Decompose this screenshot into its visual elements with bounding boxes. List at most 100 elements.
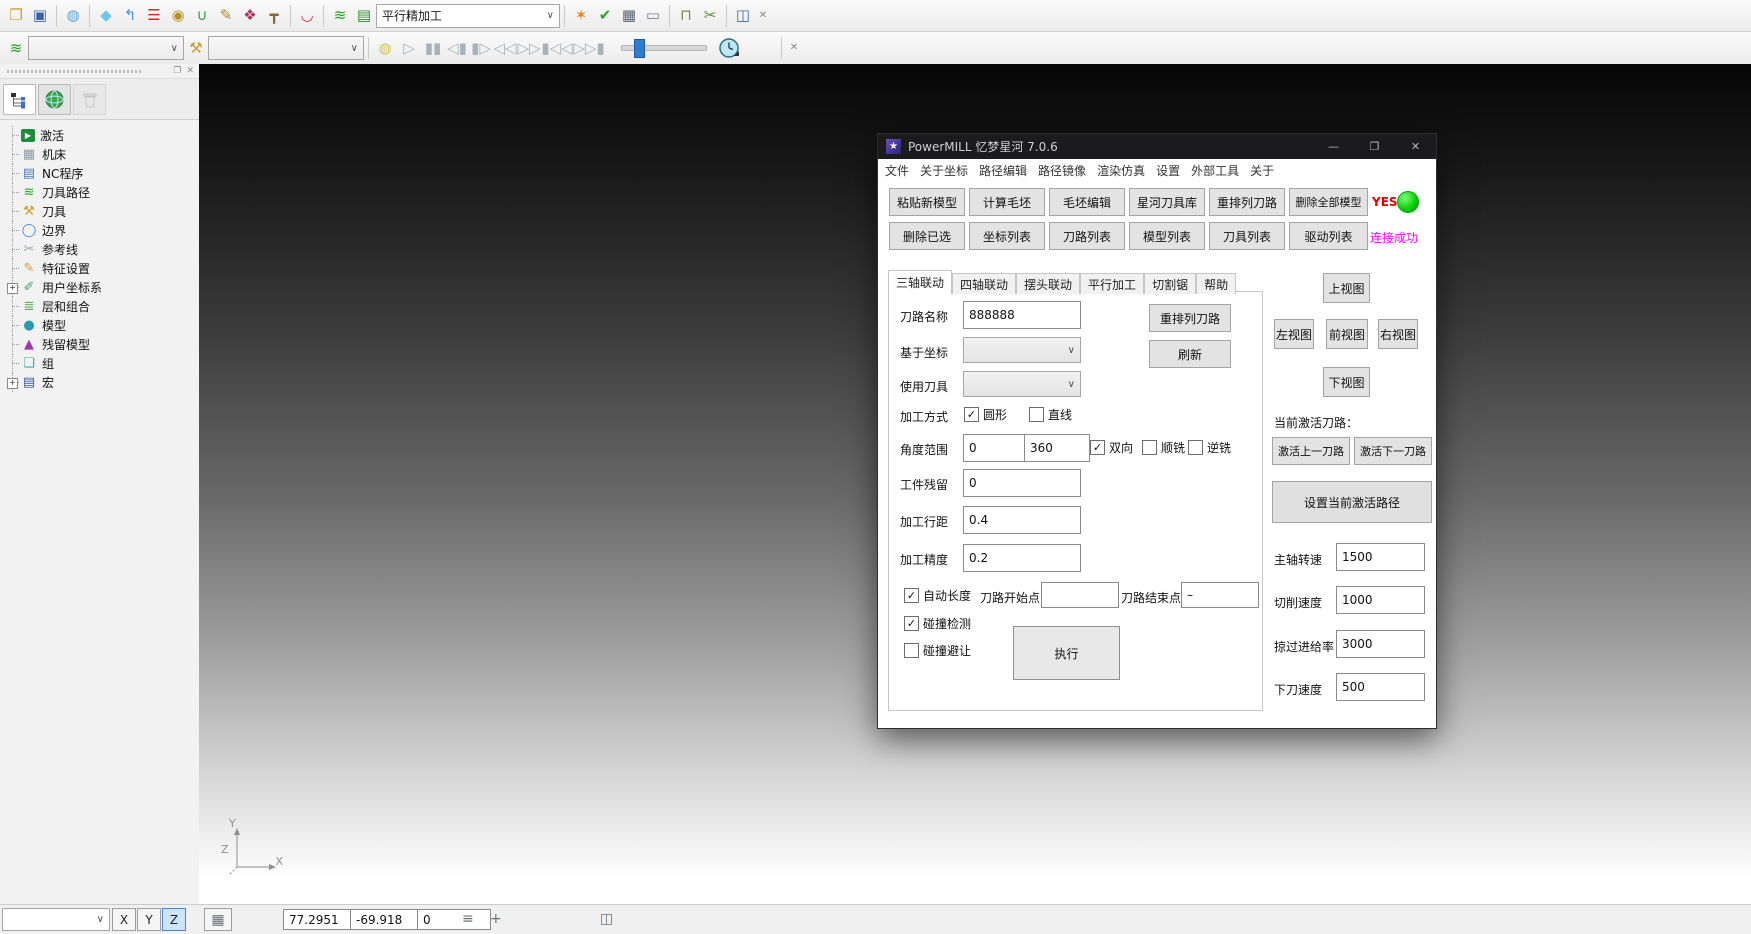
activate-next-toolpath-button[interactable]: 激活下一刀路 <box>1354 437 1432 465</box>
menu-settings[interactable]: 设置 <box>1156 162 1180 179</box>
toolpath-star-icon[interactable]: ✶ <box>569 4 593 28</box>
simulation-speed-slider[interactable] <box>621 45 707 51</box>
minimize-icon[interactable]: — <box>1313 134 1354 159</box>
compute-block-button[interactable]: 计算毛坯 <box>969 188 1045 216</box>
checkbox[interactable] <box>904 588 919 603</box>
tree-item-toolpaths[interactable]: ≋ 刀具路径 <box>5 183 199 202</box>
tool-library-button[interactable]: 星河刀具库 <box>1129 188 1205 216</box>
coordinate-list-button[interactable]: 坐标列表 <box>969 222 1045 250</box>
menu-file[interactable]: 文件 <box>885 162 909 179</box>
end-point-input[interactable]: – <box>1181 582 1259 608</box>
drag-grip[interactable] <box>7 70 142 73</box>
fast-forward-icon[interactable]: ▷▷ <box>517 36 541 60</box>
reorder-toolpaths-button[interactable]: 重排列刀路 <box>1209 188 1285 216</box>
cylinder-pair-icon[interactable]: ◫ <box>731 4 755 28</box>
toolpath-select-dropdown[interactable]: ∨ <box>28 36 184 60</box>
execute-button[interactable]: 执行 <box>1013 626 1120 680</box>
workplane-dropdown[interactable]: ∨ <box>2 908 110 931</box>
pattern-icon[interactable]: ❖ <box>238 4 262 28</box>
toolpath-list-button[interactable]: 刀路列表 <box>1049 222 1125 250</box>
split-panes-icon[interactable]: ◫ <box>600 911 613 927</box>
checkbox[interactable] <box>904 643 919 658</box>
tool-select-dropdown[interactable]: ∨ <box>208 36 364 60</box>
view-bottom-button[interactable]: 下视图 <box>1323 367 1370 397</box>
mode-circle-checkbox[interactable]: 圆形 <box>964 406 1007 423</box>
play-icon[interactable]: ▷ <box>397 36 421 60</box>
drive-list-button[interactable]: 驱动列表 <box>1289 222 1368 250</box>
tree-item-models[interactable]: ● 模型 <box>5 316 199 335</box>
axis-y-button[interactable]: Y <box>137 908 161 931</box>
coordinate-y-input[interactable]: -69.918 <box>350 909 424 930</box>
menu-about[interactable]: 关于 <box>1250 162 1274 179</box>
paste-model-button[interactable]: 粘贴新模型 <box>889 188 965 216</box>
menu-render-sim[interactable]: 渲染仿真 <box>1097 162 1145 179</box>
checkbox[interactable] <box>1142 440 1157 455</box>
checkbox[interactable] <box>1188 440 1203 455</box>
strategy-dropdown[interactable]: 平行精加工 ∨ <box>376 4 560 28</box>
rapid-height-icon[interactable]: ↰ <box>118 4 142 28</box>
open-project-icon[interactable]: ❐ <box>4 4 28 28</box>
block-edit-button[interactable]: 毛坯编辑 <box>1049 188 1125 216</box>
climb-mill-checkbox[interactable]: 顺铣 <box>1142 439 1185 456</box>
tab-tilt-head[interactable]: 摆头联动 <box>1016 273 1080 294</box>
holder-pair-icon[interactable]: ⊓ <box>674 4 698 28</box>
graphics-viewport[interactable]: Y X Z ★ PowerMILL 忆梦星河 7.0.6 — ❐ ✕ 文件 关于… <box>199 64 1751 905</box>
model-list-button[interactable]: 模型列表 <box>1129 222 1205 250</box>
toolpath-name-input[interactable]: 888888 <box>963 301 1081 329</box>
close-panel-icon[interactable]: ✕ <box>186 66 194 76</box>
list-icon[interactable]: ≡ <box>462 911 474 927</box>
verify-icon[interactable]: ✔ <box>593 4 617 28</box>
reorder-button[interactable]: 重排列刀路 <box>1149 304 1231 332</box>
clock-icon[interactable] <box>717 36 741 60</box>
stepover-input[interactable]: 0.4 <box>963 506 1081 534</box>
menu-path-edit[interactable]: 路径编辑 <box>979 162 1027 179</box>
tab-4axis[interactable]: 四轴联动 <box>952 273 1016 294</box>
drafting-icon[interactable]: ✎ <box>214 4 238 28</box>
tree-item-workplanes[interactable]: + ✐ 用户坐标系 <box>5 278 199 297</box>
grid-toggle-button[interactable]: ▦ <box>204 908 232 931</box>
menu-path-mirror[interactable]: 路径镜像 <box>1038 162 1086 179</box>
toolbar-close-icon[interactable]: ✕ <box>786 36 802 60</box>
step-back-icon[interactable]: ◁▮ <box>445 36 469 60</box>
tree-item-groups[interactable]: ❏ 组 <box>5 354 199 373</box>
coordinate-z-input[interactable]: 0 <box>417 909 491 930</box>
cutting-feed-input[interactable]: 1000 <box>1336 586 1425 614</box>
ball-tool-icon[interactable]: ◉ <box>166 4 190 28</box>
checkbox[interactable] <box>964 407 979 422</box>
checkbox[interactable] <box>1090 440 1105 455</box>
tree-item-nc-programs[interactable]: ▤ NC程序 <box>5 164 199 183</box>
measure-icon[interactable]: ▭ <box>641 4 665 28</box>
slider-handle[interactable] <box>634 39 645 58</box>
start-point-input[interactable] <box>1041 582 1119 608</box>
mode-line-checkbox[interactable]: 直线 <box>1029 406 1072 423</box>
ball-cutter-icon[interactable]: ◡ <box>295 4 319 28</box>
tab-saw[interactable]: 切割锯 <box>1144 273 1196 294</box>
calculator-icon[interactable]: ▦ <box>617 4 641 28</box>
tree-item-machine-tool[interactable]: ▦ 机床 <box>5 145 199 164</box>
tool-holder-icon[interactable]: ┳ <box>262 4 286 28</box>
block-icon[interactable]: ◆ <box>94 4 118 28</box>
collision-check-checkbox[interactable]: 碰撞检测 <box>904 615 971 632</box>
auto-length-checkbox[interactable]: 自动长度 <box>904 587 971 604</box>
plunge-feed-input[interactable]: 500 <box>1336 673 1425 701</box>
angle-to-input[interactable]: 360 <box>1024 434 1090 462</box>
delete-all-models-button[interactable]: 删除全部模型 <box>1289 188 1368 216</box>
strategy-list-icon[interactable]: ▤ <box>352 4 376 28</box>
tool-list-button[interactable]: 刀具列表 <box>1209 222 1285 250</box>
float-panel-icon[interactable]: ❐ <box>173 66 181 76</box>
checkbox[interactable] <box>1029 407 1044 422</box>
tree-item-patterns[interactable]: ✂ 参考线 <box>5 240 199 259</box>
conventional-mill-checkbox[interactable]: 逆铣 <box>1188 439 1231 456</box>
set-active-path-button[interactable]: 设置当前激活路径 <box>1272 481 1432 523</box>
menu-coordinates[interactable]: 关于坐标 <box>920 162 968 179</box>
skim-feed-input[interactable]: 3000 <box>1336 630 1425 658</box>
delete-selected-button[interactable]: 删除已选 <box>889 222 965 250</box>
tab-globe[interactable] <box>38 84 71 115</box>
tree-item-tools[interactable]: ⚒ 刀具 <box>5 202 199 221</box>
bidirectional-checkbox[interactable]: 双向 <box>1090 439 1133 456</box>
go-to-end-icon[interactable]: ▷▷▮ <box>573 36 605 60</box>
checkbox[interactable] <box>904 616 919 631</box>
axis-z-button[interactable]: Z <box>162 908 186 931</box>
panel-header[interactable]: ❐ ✕ <box>0 64 199 79</box>
lightbulb-icon[interactable]: ◍ <box>373 36 397 60</box>
